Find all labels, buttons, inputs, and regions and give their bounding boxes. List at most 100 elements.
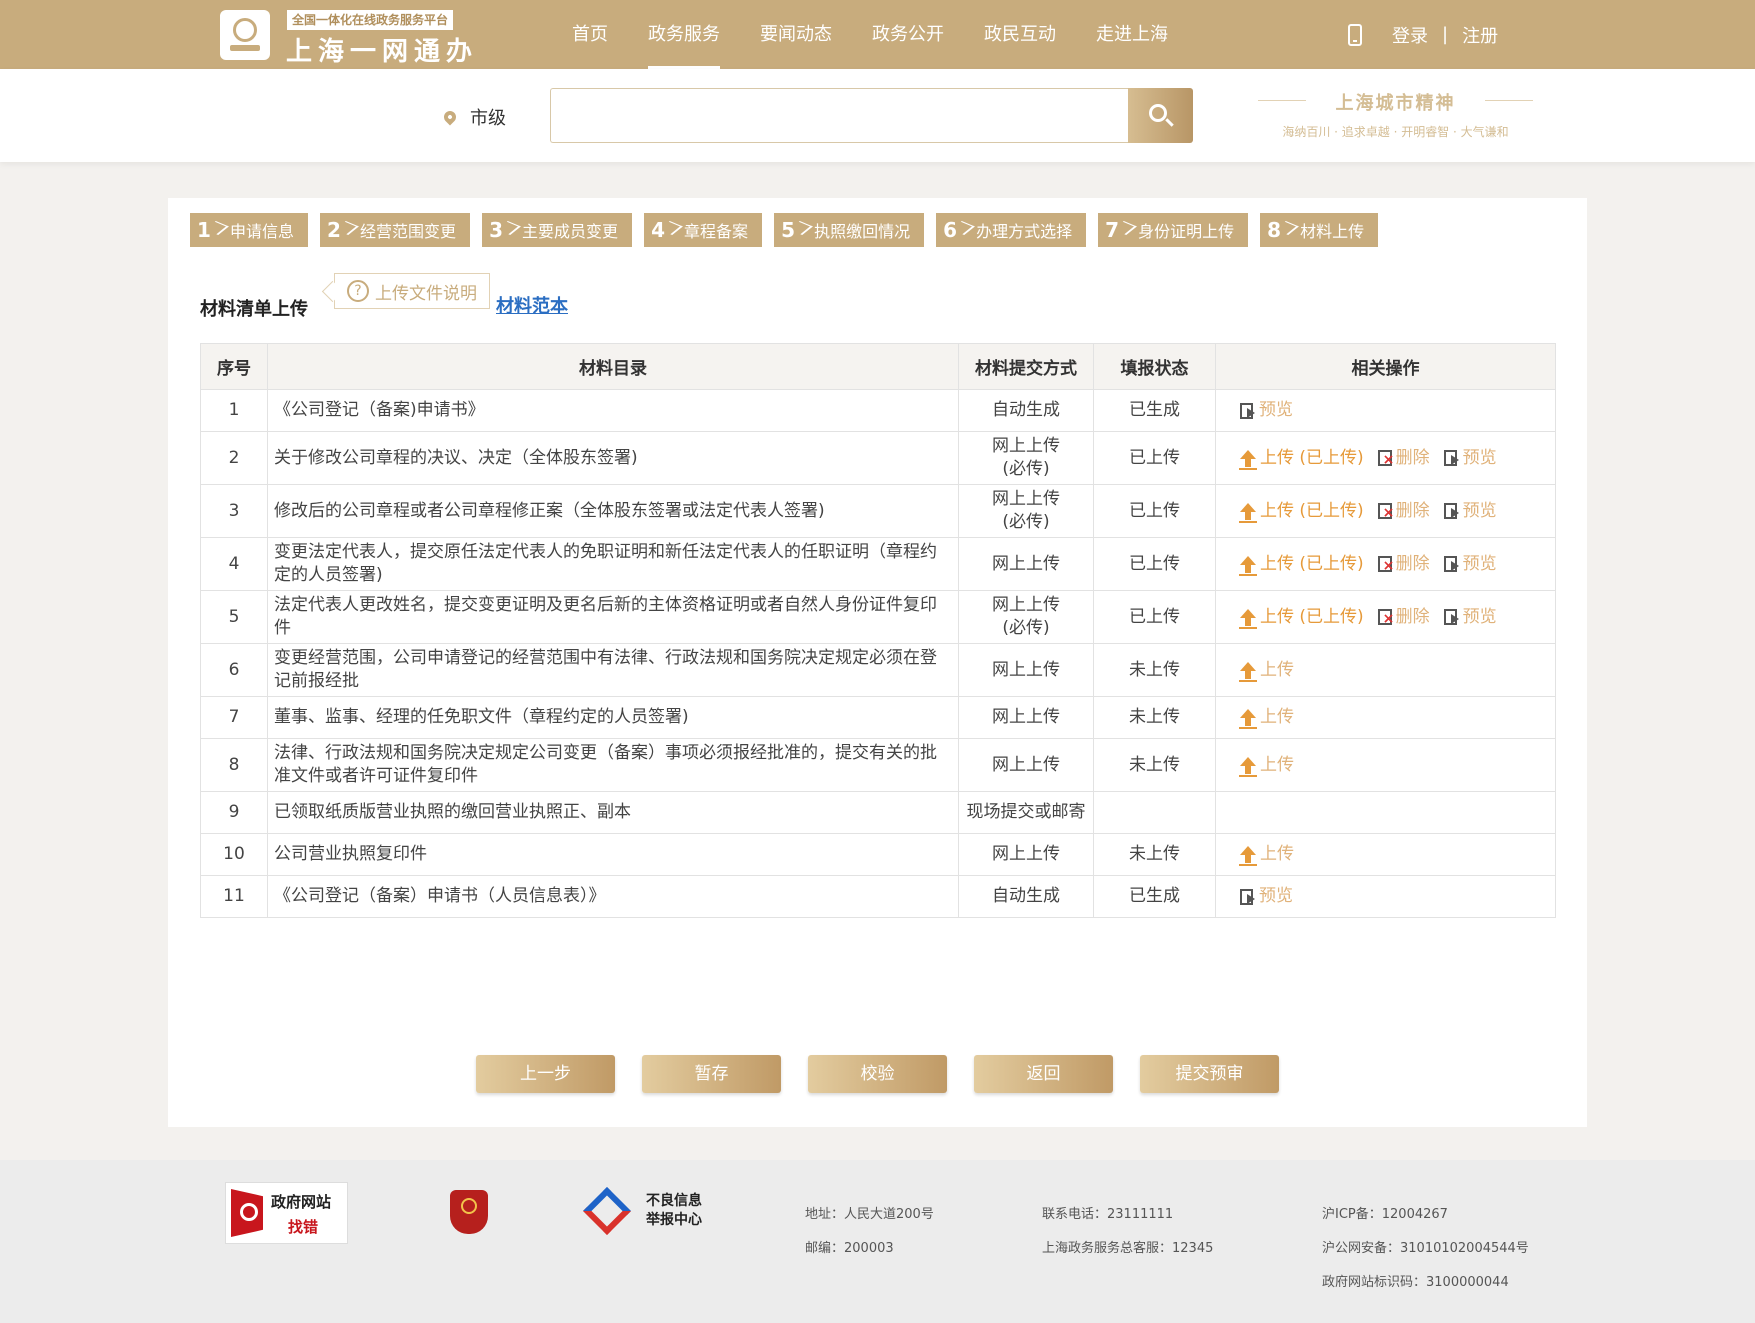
fill-status: 已上传 [1093,590,1216,644]
preview-file-icon [1443,609,1459,625]
reupload-button[interactable]: 上传 (已上传) [1239,606,1364,629]
upload-arrow-icon [1239,449,1257,470]
nav-item-4[interactable]: 政民互动 [964,0,1076,69]
preview-button[interactable]: 预览 [1443,553,1497,576]
step-6[interactable]: 6 办理方式选择 [936,213,1087,247]
save-draft-button[interactable]: 暂存 [642,1055,781,1093]
register-link[interactable]: 注册 [1462,22,1498,48]
row-operations: 上传 [1215,738,1556,792]
user-area: 登录 | 注册 [1348,0,1498,69]
step-4[interactable]: 4 章程备案 [644,213,763,247]
submit-mode: 网上上传 [958,738,1094,792]
step-3[interactable]: 3 主要成员变更 [482,213,633,247]
row-operations: 预览 [1215,875,1556,918]
fill-status: 已上传 [1093,484,1216,538]
column-header: 填报状态 [1093,343,1216,390]
delete-label: 删除 [1395,553,1430,574]
logo3-line1: 不良信息 [646,1193,702,1209]
preview-button[interactable]: 预览 [1443,500,1497,523]
row-number: 4 [200,537,268,591]
table-row: 2 关于修改公司章程的决议、决定（全体股东签署) 网上上传 (必传) 已上传 上传 (已… [200,431,1556,485]
step-7[interactable]: 7 身份证明上传 [1098,213,1249,247]
step-8[interactable]: 8 材料上传 [1260,213,1379,247]
preview-button[interactable]: 预览 [1443,606,1497,629]
delete-button[interactable]: 删除 [1377,500,1430,525]
slogan-subtitle: 海纳百川 · 追求卓越 · 开明睿智 · 大气谦和 [1282,125,1509,139]
preview-file-icon [1443,450,1459,466]
bad-info-report-logo[interactable]: 不良信息 举报中心 [582,1186,710,1236]
upload-arrow-icon [1239,709,1257,729]
reupload-button[interactable]: 上传 (已上传) [1239,447,1364,470]
upload-button[interactable]: 上传 [1239,754,1294,777]
step-label: 章程备案 [684,222,749,241]
delete-file-icon [1377,608,1394,631]
upload-label: 上传 [1260,707,1294,727]
reupload-button[interactable]: 上传 (已上传) [1239,500,1364,523]
step-number: 2 [320,218,348,242]
upload-label: 上传 (已上传) [1260,447,1364,468]
upload-button[interactable]: 上传 [1239,843,1294,866]
delete-button[interactable]: 删除 [1377,606,1430,631]
preview-button[interactable]: 预览 [1240,885,1293,908]
row-number: 6 [200,643,268,697]
logo-mark-icon [220,10,270,60]
step-5[interactable]: 5 执照缴回情况 [774,213,925,247]
footer-address: 地址：人民大道200号 [805,1207,934,1222]
delete-button[interactable]: 删除 [1377,553,1430,578]
footer-postcode: 邮编：200003 [805,1241,894,1256]
upload-instructions-button[interactable]: ? 上传文件说明 [334,273,490,309]
submit-mode: 自动生成 [958,389,1094,432]
step-number: 3 [482,218,510,242]
material-sample-link[interactable]: 材料范本 [496,292,568,318]
step-number: 5 [774,218,802,242]
validate-button[interactable]: 校验 [808,1055,947,1093]
location-pin-icon [441,108,459,126]
nav-item-5[interactable]: 走进上海 [1076,0,1188,69]
operations-group: 上传 (已上传) 删除 预览 [1239,553,1531,578]
search-button[interactable] [1128,88,1193,143]
login-link[interactable]: 登录 [1392,22,1428,48]
upload-arrow-icon [1239,502,1257,523]
preview-button[interactable]: 预览 [1240,399,1293,422]
row-number: 2 [200,431,268,485]
row-operations: 上传 (已上传) 删除 预览 [1215,590,1556,644]
mobile-phone-icon[interactable] [1348,23,1362,46]
preview-file-icon [1443,503,1459,519]
preview-label: 预览 [1462,553,1497,574]
step-2[interactable]: 2 经营范围变更 [320,213,471,247]
row-number: 3 [200,484,268,538]
upload-button[interactable]: 上传 [1239,706,1294,729]
report-center-icon [582,1186,632,1236]
prev-step-button[interactable]: 上一步 [476,1055,615,1093]
back-button[interactable]: 返回 [974,1055,1113,1093]
fill-status: 已生成 [1093,875,1216,918]
operations-group: 上传 [1239,843,1531,866]
submit-review-button[interactable]: 提交预审 [1140,1055,1279,1093]
nav-item-0[interactable]: 首页 [552,0,628,69]
preview-button[interactable]: 预览 [1443,447,1497,470]
site-logo[interactable]: 全国一体化在线政务服务平台 上海一网通办 [220,9,480,67]
search-icon [1149,104,1167,122]
search-input[interactable] [550,88,1130,143]
nav-item-3[interactable]: 政务公开 [852,0,964,69]
operations-group: 预览 [1240,399,1531,422]
reupload-button[interactable]: 上传 (已上传) [1239,553,1364,576]
operations-group: 预览 [1240,885,1531,908]
delete-button[interactable]: 删除 [1377,447,1430,472]
footer-security-record[interactable]: 沪公网安备：31010102004544号 [1322,1237,1529,1256]
submit-mode: 网上上传 [958,833,1094,876]
nav-item-2[interactable]: 要闻动态 [740,0,852,69]
row-operations: 上传 [1215,833,1556,876]
upload-button[interactable]: 上传 [1239,659,1294,682]
upload-instructions-label: 上传文件说明 [375,283,477,304]
top-header: 全国一体化在线政务服务平台 上海一网通办 首页 政务服务 要闻动态 政务公开 政民互动走… [0,0,1755,69]
step-1[interactable]: 1 申请信息 [190,213,309,247]
gov-site-error-report-logo[interactable]: 政府网站 找错 [225,1182,348,1244]
table-row: 7 董事、监事、经理的任免职文件（章程约定的人员签署) 网上上传 未上传 上传 [200,696,1556,739]
nav-item-1[interactable]: 政务服务 [628,0,740,69]
material-name: 公司营业执照复印件 [267,833,959,876]
party-emblem-badge-icon[interactable] [450,1190,488,1234]
operations-group: 上传 (已上传) 删除 预览 [1239,606,1531,631]
location-selector[interactable]: 市级 [441,104,506,130]
footer-icp[interactable]: 沪ICP备：12004267 [1322,1203,1448,1222]
